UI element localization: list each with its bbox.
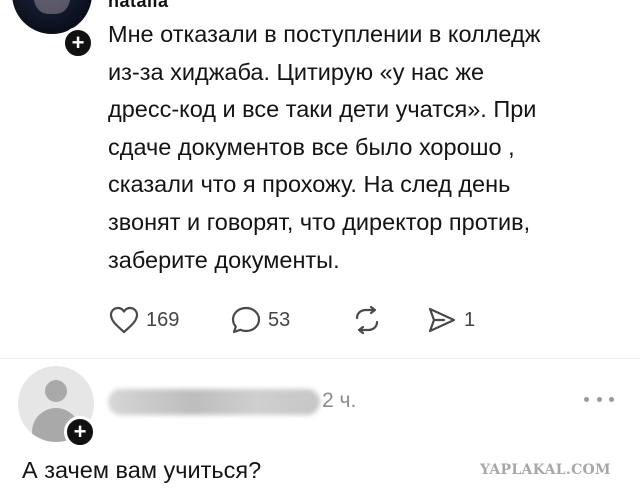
post-text-line: сдаче документов все было хорошо , — [108, 133, 515, 160]
author-name[interactable]: natalia — [108, 0, 169, 12]
post-text-line: сказали что я прохожу. На след день — [108, 171, 511, 198]
post-text-line: заберите документы. — [108, 246, 340, 273]
repost-button[interactable] — [352, 303, 382, 337]
post-text-line: дресс-код и все таки дети учатся». При — [108, 96, 537, 123]
comment-count: 53 — [268, 308, 291, 331]
divider — [0, 358, 640, 359]
share-count: 1 — [464, 308, 476, 331]
share-button[interactable]: 1 — [426, 303, 475, 337]
follow-plus-icon[interactable]: + — [62, 27, 94, 59]
comment-button[interactable]: 53 — [230, 303, 290, 337]
post-actions: 169 53 1 — [108, 303, 508, 337]
heart-icon — [109, 306, 139, 334]
post: + natalia Мне отказали в поступлении в к… — [0, 0, 640, 360]
watermark: YAPLAKAL.COM — [480, 462, 611, 478]
post-text-line: из-за хиджаба. Цитирую «у нас же — [108, 58, 485, 85]
comment-text: А зачем вам учиться? — [22, 457, 262, 483]
commenter-name-blurred[interactable] — [108, 389, 320, 415]
post-text: Мне отказали в поступлении в колледж из-… — [108, 16, 613, 279]
post-text-line: Мне отказали в поступлении в колледж — [108, 21, 541, 47]
comment-time: 2 ч. — [322, 389, 357, 412]
repost-icon — [355, 305, 379, 335]
follow-plus-icon[interactable]: + — [64, 416, 96, 448]
more-dots-icon[interactable] — [584, 393, 614, 405]
share-arrow-icon — [428, 307, 456, 333]
like-button[interactable]: 169 — [108, 303, 179, 337]
like-count: 169 — [146, 308, 180, 331]
speech-bubble-icon — [231, 306, 261, 334]
post-text-line: звонят и говорят, что директор против, — [108, 208, 531, 235]
